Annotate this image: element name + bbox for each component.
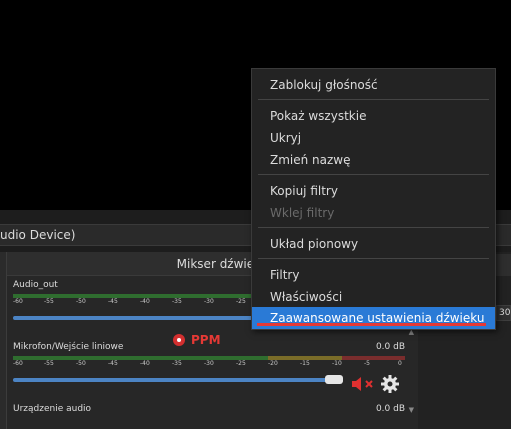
dock-header	[496, 254, 511, 276]
menu-item-show-all[interactable]: Pokaż wszystkie	[252, 105, 495, 127]
menu-item-hide[interactable]: Ukryj	[252, 127, 495, 149]
menu-item-filters[interactable]: Filtry	[252, 264, 495, 286]
record-dot-icon	[173, 334, 185, 346]
meter-scale: -60 -55 -50 -45 -40 -35 -30 -25 -20 -15 …	[13, 360, 402, 367]
menu-separator	[258, 99, 489, 100]
menu-item-copy-filters[interactable]: Kopiuj filtry	[252, 180, 495, 202]
channel-name: Audio_out	[13, 280, 58, 290]
channel-name: Mikrofon/Wejście liniowe	[13, 342, 124, 352]
context-menu: Zablokuj głośność Pokaż wszystkie Ukryj …	[251, 68, 496, 330]
source-device-label: udio Device)	[0, 228, 76, 242]
scroll-down-icon[interactable]: ▼	[409, 406, 414, 414]
speaker-muted-icon[interactable]	[351, 377, 377, 391]
menu-item-properties[interactable]: Właściwości	[252, 286, 495, 308]
gear-icon[interactable]	[381, 375, 399, 393]
menu-separator	[258, 174, 489, 175]
channel-db-value: 0.0 dB	[375, 404, 405, 414]
channel-name: Urządzenie audio	[13, 404, 92, 414]
menu-item-rename[interactable]: Zmień nazwę	[252, 149, 495, 171]
volume-slider-handle[interactable]	[325, 375, 343, 384]
volume-slider[interactable]	[13, 378, 333, 382]
menu-item-vertical-layout[interactable]: Układ pionowy	[252, 233, 495, 255]
menu-separator	[258, 258, 489, 259]
menu-separator	[258, 227, 489, 228]
channel-db-value: 0.0 dB	[375, 342, 405, 352]
transition-duration-input[interactable]: 30	[496, 305, 511, 321]
menu-item-lock-volume[interactable]: Zablokuj głośność	[252, 74, 495, 96]
menu-item-paste-filters: Wklej filtry	[270, 206, 335, 220]
volume-slider[interactable]	[13, 316, 253, 320]
annotation-underline	[257, 323, 486, 326]
